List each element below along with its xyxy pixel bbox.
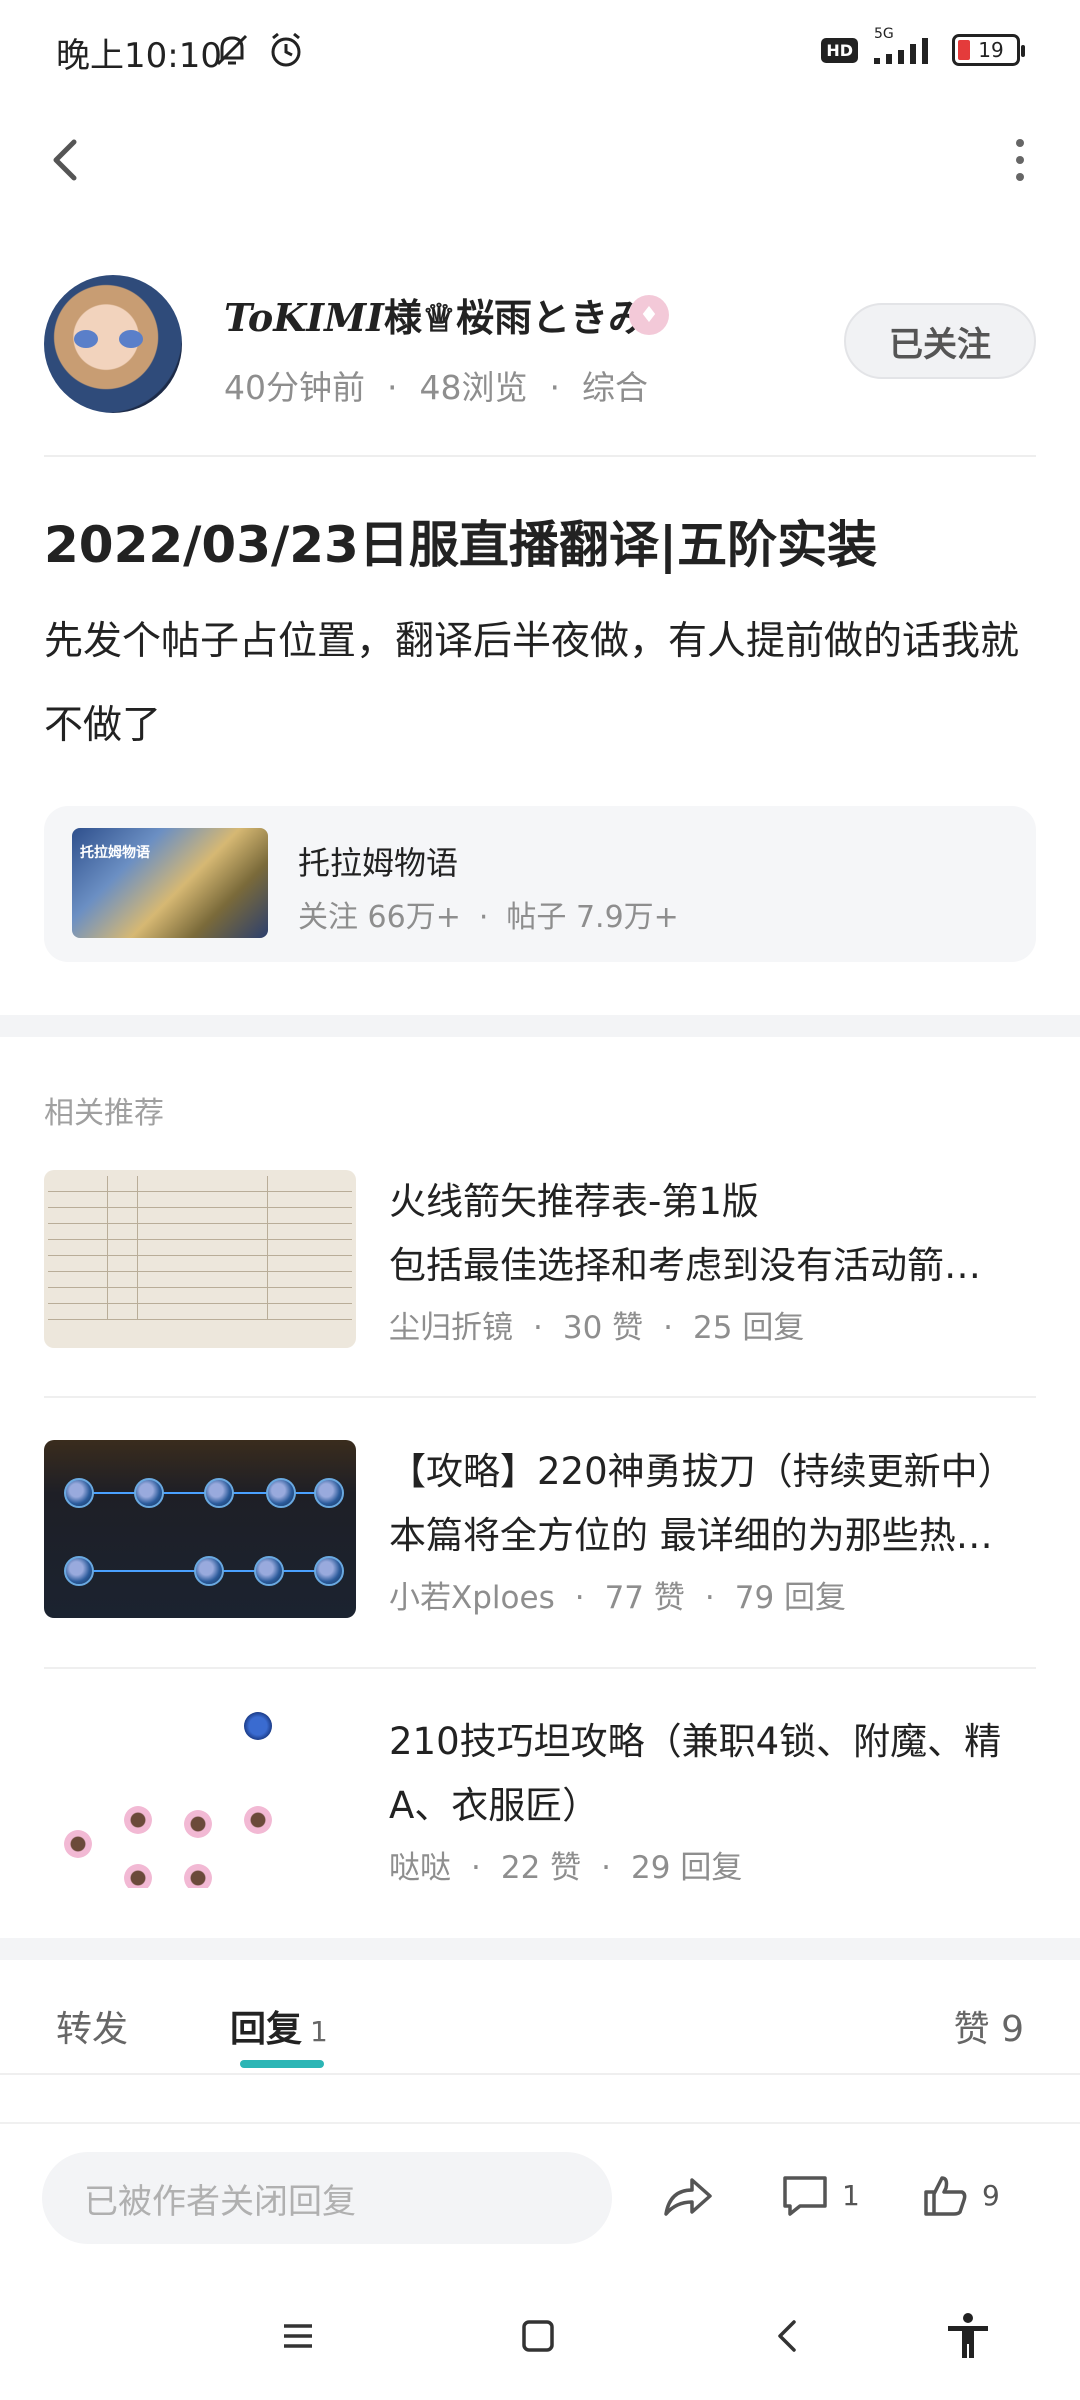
signal-5g-icon: 5G bbox=[870, 26, 940, 68]
divider bbox=[44, 1667, 1036, 1669]
recommendation-summary: 本篇将全方位的 最详细的为那些热… bbox=[389, 1514, 993, 1557]
post-title: 2022/03/23日服直播翻译|五阶实装 bbox=[44, 516, 878, 574]
recommendation-thumbnail bbox=[44, 1440, 356, 1618]
recommendation-meta: 小若Xploes · 77 赞 · 79 回复 bbox=[389, 1580, 847, 1616]
home-button[interactable] bbox=[510, 2308, 566, 2364]
post-category: 综合 bbox=[582, 368, 648, 407]
forum-posts: 帖子 7.9万+ bbox=[506, 900, 679, 935]
recommendation-item[interactable]: 210技巧坦攻略（兼职4锁、附魔、精 A、衣服匠） 哒哒 · 22 赞 · 29 回复 bbox=[44, 1710, 1036, 1890]
forum-stats: 关注 66万+ · 帖子 7.9万+ bbox=[298, 900, 679, 935]
recommendation-replies: 79 回复 bbox=[734, 1580, 847, 1616]
reply-input[interactable]: 已被作者关闭回复 bbox=[42, 2152, 612, 2244]
status-bar: 晚上10:10 HD 5G 19 bbox=[0, 0, 1080, 105]
bottom-action-bar: 已被作者关闭回复 1 9 bbox=[0, 2122, 1080, 2272]
thumbs-up-icon bbox=[924, 2176, 967, 2216]
recommendation-meta: 尘归折镜 · 30 赞 · 25 回复 bbox=[389, 1310, 805, 1346]
chevron-left-icon bbox=[778, 2320, 796, 2352]
accessibility-button[interactable] bbox=[940, 2308, 996, 2364]
recommendation-thumbnail bbox=[44, 1710, 356, 1888]
recommendation-item[interactable]: 【攻略】220神勇拔刀（持续更新中） 本篇将全方位的 最详细的为那些热… 小若X… bbox=[44, 1440, 1036, 1620]
battery-icon: 19 bbox=[952, 34, 1025, 66]
forum-card[interactable]: 托拉姆物语 托拉姆物语 关注 66万+ · 帖子 7.9万+ bbox=[44, 806, 1036, 962]
forum-name: 托拉姆物语 bbox=[298, 844, 459, 882]
recommendation-likes: 30 赞 bbox=[562, 1310, 644, 1346]
share-button[interactable] bbox=[660, 2170, 714, 2224]
recommendation-meta: 哒哒 · 22 赞 · 29 回复 bbox=[389, 1850, 743, 1886]
system-back-button[interactable] bbox=[760, 2308, 816, 2364]
post-body: 先发个帖子占位置，翻译后半夜做，有人提前做的话我就不做了 bbox=[44, 619, 1020, 748]
recommendation-summary: 包括最佳选择和考虑到没有活动箭… bbox=[389, 1244, 981, 1287]
like-button[interactable]: 9 bbox=[920, 2170, 1000, 2220]
divider bbox=[44, 1396, 1036, 1398]
recommendation-likes: 22 赞 bbox=[500, 1850, 582, 1886]
menu-icon bbox=[284, 2324, 312, 2348]
author-row: ToKIMI様♕桜雨ときみ ♦ 40分钟前 · 48浏览 · 综合 已关注 bbox=[44, 275, 1036, 415]
recommendation-title: 210技巧坦攻略（兼职4锁、附魔、精 bbox=[389, 1720, 1002, 1763]
bell-muted-icon bbox=[216, 34, 248, 66]
recommendation-likes: 77 赞 bbox=[604, 1580, 685, 1616]
forum-thumbnail: 托拉姆物语 bbox=[72, 828, 268, 938]
recommendation-author: 哒哒 bbox=[389, 1850, 451, 1886]
home-square-icon bbox=[522, 2320, 554, 2352]
recommendation-replies: 29 回复 bbox=[631, 1850, 743, 1886]
post-views: 48浏览 bbox=[419, 368, 528, 407]
battery-level: 19 bbox=[978, 38, 1004, 62]
recommendation-title: 火线箭矢推荐表-第1版 bbox=[389, 1180, 759, 1223]
chevron-left-icon bbox=[53, 139, 77, 181]
comment-button[interactable]: 1 bbox=[780, 2170, 860, 2220]
top-nav bbox=[0, 120, 1080, 200]
tab-forward[interactable]: 转发 bbox=[56, 2000, 128, 2052]
recommendation-title: 【攻略】220神勇拔刀（持续更新中） bbox=[389, 1450, 1015, 1493]
recommendations-title: 相关推荐 bbox=[44, 1096, 164, 1131]
follow-button[interactable]: 已关注 bbox=[844, 303, 1036, 379]
recommendation-replies: 25 回复 bbox=[693, 1310, 805, 1346]
author-name[interactable]: ToKIMI様♕桜雨ときみ bbox=[224, 287, 646, 342]
accessibility-icon bbox=[948, 2313, 988, 2358]
section-separator bbox=[0, 1938, 1080, 1960]
tab-likes[interactable]: 赞 9 bbox=[954, 2000, 1024, 2052]
section-separator bbox=[0, 1015, 1080, 1037]
comment-icon bbox=[783, 2176, 827, 2216]
recommendation-thumbnail bbox=[44, 1170, 356, 1348]
tab-indicator bbox=[240, 2060, 324, 2068]
like-count: 9 bbox=[982, 2178, 1000, 2212]
comment-count: 1 bbox=[842, 2178, 860, 2212]
system-nav-bar bbox=[0, 2272, 1080, 2400]
share-icon bbox=[664, 2178, 712, 2216]
back-button[interactable] bbox=[40, 130, 100, 190]
recommendation-summary: A、衣服匠） bbox=[389, 1784, 600, 1827]
avatar[interactable] bbox=[44, 275, 182, 413]
comment-tabs: 转发 回复 1 赞 9 bbox=[0, 1960, 1080, 2075]
hd-badge: HD bbox=[821, 37, 858, 63]
alarm-icon bbox=[271, 32, 301, 67]
level-badge-icon: ♦ bbox=[629, 295, 669, 335]
more-options-button[interactable] bbox=[990, 130, 1050, 190]
post-meta: 40分钟前 · 48浏览 · 综合 bbox=[224, 368, 648, 407]
recommendation-author: 尘归折镜 bbox=[389, 1310, 513, 1346]
reply-count: 1 bbox=[310, 2015, 328, 2048]
divider bbox=[44, 455, 1036, 457]
tab-reply[interactable]: 回复 1 bbox=[230, 2000, 328, 2052]
status-time: 晚上10:10 bbox=[56, 36, 222, 76]
forum-followers: 关注 66万+ bbox=[298, 900, 461, 935]
recommendation-item[interactable]: 火线箭矢推荐表-第1版 包括最佳选择和考虑到没有活动箭… 尘归折镜 · 30 赞 · 2… bbox=[44, 1170, 1036, 1350]
recommendation-author: 小若Xploes bbox=[389, 1580, 555, 1616]
more-dots-icon bbox=[1016, 139, 1024, 147]
menu-button[interactable] bbox=[270, 2308, 326, 2364]
post-time: 40分钟前 bbox=[224, 368, 365, 407]
